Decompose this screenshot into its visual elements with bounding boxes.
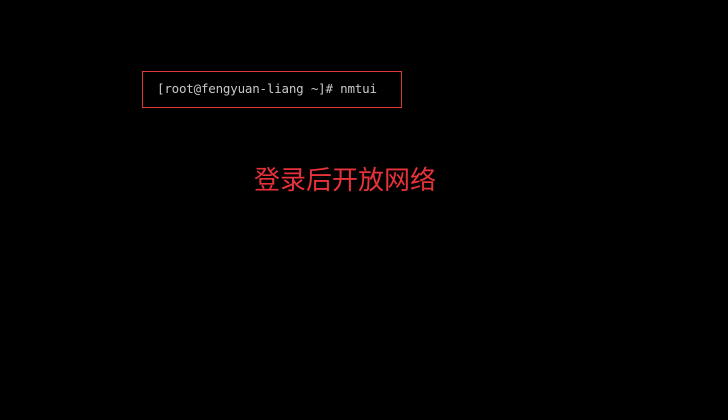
shell-prompt: [root@fengyuan-liang ~]# <box>157 81 333 96</box>
terminal-screen[interactable]: [root@fengyuan-liang ~]# nmtui 登录后开放网络 <box>0 0 728 420</box>
typed-command: nmtui <box>340 81 377 96</box>
command-line: [root@fengyuan-liang ~]# nmtui <box>157 81 377 97</box>
annotation-label: 登录后开放网络 <box>254 166 437 196</box>
